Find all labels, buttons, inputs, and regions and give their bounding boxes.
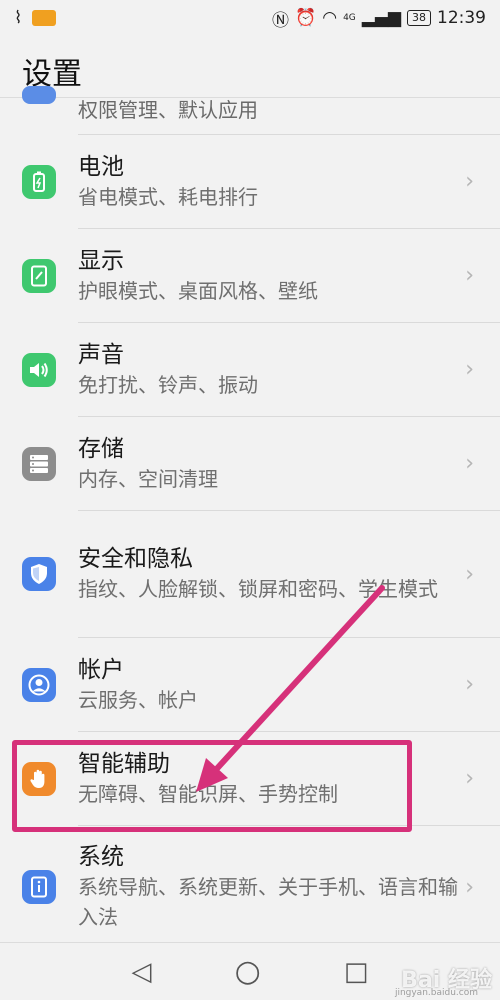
settings-item-apps-partial[interactable]: 权限管理、默认应用 xyxy=(0,86,500,134)
chevron-right-icon: › xyxy=(465,357,474,382)
settings-item-sound[interactable]: 声音 免打扰、铃声、振动 › xyxy=(0,323,500,416)
settings-item-desc: 云服务、帐户 xyxy=(78,687,198,712)
chevron-right-icon: › xyxy=(465,766,474,791)
wifi-icon: ◠ xyxy=(322,8,338,28)
settings-item-battery[interactable]: 电池 省电模式、耗电排行 › xyxy=(0,135,500,228)
hand-icon xyxy=(22,761,56,796)
settings-item-security[interactable]: 安全和隐私 指纹、人脸解锁、锁屏和密码、学生模式 › xyxy=(0,511,500,637)
settings-item-label: 帐户 xyxy=(78,656,124,683)
alarm-icon: ⏰ xyxy=(295,8,317,28)
settings-item-desc: 省电模式、耗电排行 xyxy=(78,184,258,209)
account-icon xyxy=(22,667,56,702)
settings-item-smart-assist[interactable]: 智能辅助 无障碍、智能识屏、手势控制 › xyxy=(0,732,500,825)
chevron-right-icon: › xyxy=(465,451,474,476)
settings-item-desc: 免打扰、铃声、振动 xyxy=(78,372,258,397)
clock: 12:39 xyxy=(437,8,486,28)
settings-item-account[interactable]: 帐户 云服务、帐户 › xyxy=(0,638,500,731)
recent-apps-button[interactable]: □ xyxy=(344,957,369,987)
settings-item-desc: 系统导航、系统更新、关于手机、语言和输入法 xyxy=(78,875,458,929)
item-texts: 帐户 云服务、帐户 xyxy=(78,655,468,715)
shield-icon xyxy=(22,557,56,591)
settings-item-label: 电池 xyxy=(78,153,124,180)
nfc-icon: Ⓝ xyxy=(272,10,290,31)
chevron-right-icon: › xyxy=(465,672,474,697)
settings-item-label: 存储 xyxy=(78,435,124,462)
display-icon xyxy=(22,258,56,293)
chevron-right-icon: › xyxy=(465,263,474,288)
item-texts: 电池 省电模式、耗电排行 xyxy=(78,152,468,212)
app-notification-icon xyxy=(32,10,57,26)
watermark-url: jingyan.baidu.com xyxy=(394,988,478,998)
status-left: ⌇ xyxy=(14,8,57,28)
network-type: 4G xyxy=(343,13,356,23)
settings-item-label: 安全和隐私 xyxy=(78,546,193,572)
chevron-right-icon: › xyxy=(465,874,474,900)
item-texts: 安全和隐私 指纹、人脸解锁、锁屏和密码、学生模式 xyxy=(78,544,468,604)
title-bar: 设置 xyxy=(0,36,500,98)
status-bar: ⌇ Ⓝ ⏰ ◠ 4G ▂▄▆ 38 12:39 xyxy=(0,0,500,36)
settings-list[interactable]: 权限管理、默认应用 电池 省电模式、耗电排行 › 显示 护眼模式、桌面风格、壁纸… xyxy=(0,86,500,948)
battery-icon xyxy=(22,164,56,199)
settings-item-desc: 内存、空间清理 xyxy=(78,466,218,491)
chevron-right-icon: › xyxy=(465,169,474,194)
settings-item-label: 智能辅助 xyxy=(78,750,170,777)
settings-item-desc: 无障碍、智能识屏、手势控制 xyxy=(78,781,338,806)
settings-item-desc: 权限管理、默认应用 xyxy=(78,98,258,122)
info-icon xyxy=(22,870,56,904)
apps-icon xyxy=(22,86,56,104)
item-texts: 声音 免打扰、铃声、振动 xyxy=(78,340,468,400)
status-right: Ⓝ ⏰ ◠ 4G ▂▄▆ 38 12:39 xyxy=(272,6,486,31)
home-button[interactable]: ○ xyxy=(235,954,261,989)
chevron-right-icon: › xyxy=(465,561,474,587)
settings-item-label: 声音 xyxy=(78,341,124,368)
speaker-icon xyxy=(22,352,56,387)
item-texts: 系统 系统导航、系统更新、关于手机、语言和输入法 xyxy=(78,842,468,932)
activity-icon: ⌇ xyxy=(14,8,23,28)
item-texts: 显示 护眼模式、桌面风格、壁纸 xyxy=(78,246,468,306)
signal-icon: ▂▄▆ xyxy=(361,8,401,28)
settings-item-label: 系统 xyxy=(78,844,124,870)
back-button[interactable]: ◁ xyxy=(132,957,152,987)
settings-item-desc: 指纹、人脸解锁、锁屏和密码、学生模式 xyxy=(78,577,438,601)
settings-item-desc: 护眼模式、桌面风格、壁纸 xyxy=(78,278,318,303)
battery-indicator: 38 xyxy=(407,10,431,26)
storage-icon xyxy=(22,446,56,481)
item-texts: 智能辅助 无障碍、智能识屏、手势控制 xyxy=(78,749,468,809)
item-texts: 存储 内存、空间清理 xyxy=(78,434,468,494)
settings-item-display[interactable]: 显示 护眼模式、桌面风格、壁纸 › xyxy=(0,229,500,322)
settings-item-label: 显示 xyxy=(78,247,124,274)
settings-item-system[interactable]: 系统 系统导航、系统更新、关于手机、语言和输入法 › xyxy=(0,826,500,948)
settings-item-storage[interactable]: 存储 内存、空间清理 › xyxy=(0,417,500,510)
